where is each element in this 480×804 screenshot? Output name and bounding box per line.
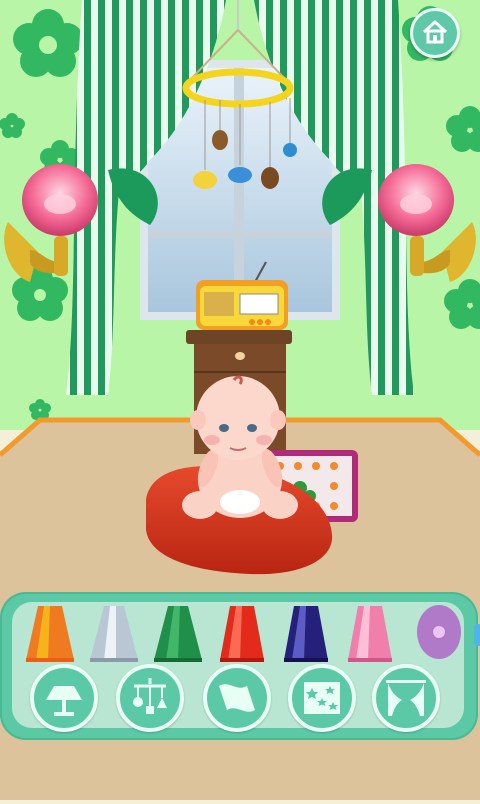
purple-lampshade[interactable] — [416, 602, 472, 664]
stars-icon — [304, 682, 340, 714]
pink-lampshade[interactable] — [342, 602, 398, 664]
blue-lampshade[interactable] — [278, 602, 334, 664]
pattern-category-button[interactable] — [288, 664, 356, 732]
home-button[interactable] — [410, 8, 460, 58]
category-bar — [0, 664, 480, 738]
home-icon — [422, 20, 448, 44]
lamp-category-button[interactable] — [30, 664, 98, 732]
curtain-icon — [386, 680, 426, 716]
orange-lampshade[interactable] — [22, 602, 78, 664]
red-lampshade[interactable] — [214, 602, 270, 664]
flag-icon — [219, 684, 255, 712]
lampshade-picker — [16, 602, 462, 672]
mobile-icon — [133, 678, 167, 714]
lamp-icon — [46, 686, 82, 716]
silver-lampshade[interactable] — [86, 602, 142, 664]
mobile-category-button[interactable] — [116, 664, 184, 732]
flag-category-button[interactable] — [203, 664, 271, 732]
scroll-indicator[interactable] — [474, 624, 480, 646]
green-lampshade[interactable] — [150, 602, 206, 664]
curtain-category-button[interactable] — [372, 664, 440, 732]
